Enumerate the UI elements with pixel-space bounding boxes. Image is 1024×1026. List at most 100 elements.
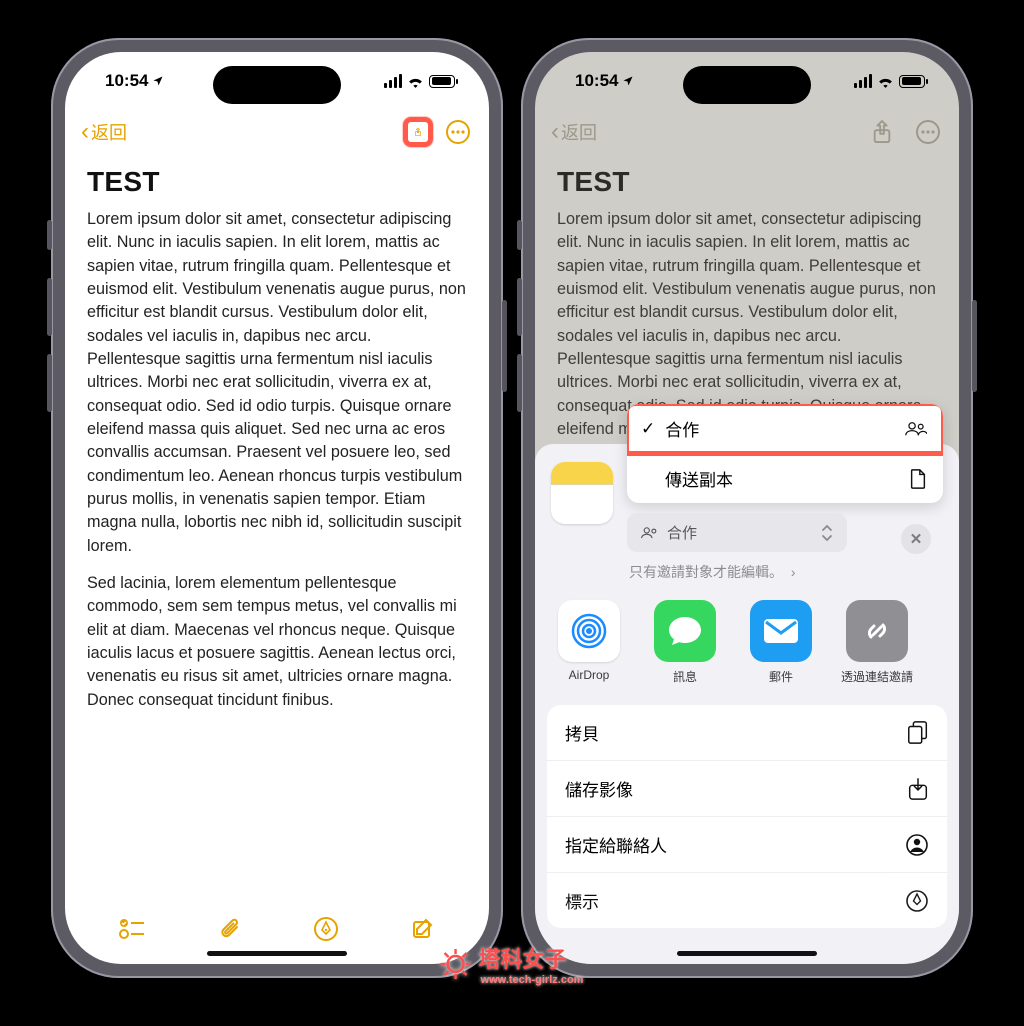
side-button: [47, 220, 52, 250]
dropdown-label: 合作: [667, 522, 697, 543]
nav-actions: [409, 117, 473, 147]
nav-bar: ‹ 返回: [65, 110, 489, 154]
paperclip-icon: [217, 916, 241, 942]
dynamic-island: [213, 66, 341, 104]
screen-left: 10:54 ‹ 返回: [65, 52, 489, 964]
more-button: [913, 117, 943, 147]
bottom-toolbar: [65, 914, 489, 944]
action-save-image[interactable]: 儲存影像: [547, 760, 947, 816]
status-right: [384, 74, 455, 88]
link-icon: [859, 613, 895, 649]
back-label: 返回: [561, 119, 597, 145]
share-sheet: ✓合作 傳送副本: [535, 444, 959, 964]
back-button[interactable]: ‹ 返回: [81, 119, 127, 145]
messages-icon: [666, 614, 704, 648]
checklist-button[interactable]: [117, 914, 147, 944]
chevron-left-icon: ‹: [81, 120, 89, 144]
markup-button[interactable]: [311, 914, 341, 944]
share-button[interactable]: [403, 117, 433, 147]
pen-tip-circle-icon: [905, 889, 929, 913]
save-image-icon: [907, 777, 929, 801]
volume-down: [47, 354, 52, 412]
app-label: 透過連結邀請: [841, 668, 913, 685]
home-indicator[interactable]: [677, 951, 817, 956]
people-icon: [641, 526, 659, 540]
cellular-icon: [854, 74, 872, 88]
volume-up: [47, 278, 52, 336]
volume-down: [517, 354, 522, 412]
more-button[interactable]: [443, 117, 473, 147]
ellipsis-circle-icon: [445, 119, 471, 145]
app-label: 郵件: [745, 668, 817, 685]
volume-up: [517, 278, 522, 336]
power-button: [972, 300, 977, 392]
watermark-brand: 塔科女子: [479, 947, 567, 972]
menu-label: 合作: [665, 416, 699, 441]
note-content[interactable]: TEST Lorem ipsum dolor sit amet, consect…: [65, 154, 489, 726]
checkmark-icon: ✓: [641, 419, 655, 439]
app-label: 訊息: [649, 668, 721, 685]
logo-icon: [441, 949, 471, 979]
share-hint[interactable]: 只有邀請對象才能編輯。 ›: [629, 562, 943, 582]
side-button: [517, 220, 522, 250]
status-right: [854, 74, 925, 88]
close-icon: ✕: [910, 530, 923, 548]
app-mail[interactable]: 郵件: [745, 600, 817, 685]
app-label: AirDrop: [553, 668, 625, 682]
battery-icon: [429, 75, 455, 88]
compose-icon: [411, 917, 435, 941]
app-messages[interactable]: 訊息: [649, 600, 721, 685]
app-invite-link[interactable]: 透過連結邀請: [841, 600, 913, 685]
person-circle-icon: [905, 833, 929, 857]
row-label: 指定給聯絡人: [565, 832, 667, 857]
compose-button[interactable]: [408, 914, 438, 944]
action-assign-contact[interactable]: 指定給聯絡人: [547, 816, 947, 872]
share-mode-menu: ✓ 合作 傳送副本: [627, 404, 943, 503]
note-title: TEST: [87, 166, 467, 198]
close-button[interactable]: ✕: [901, 524, 931, 554]
action-markup[interactable]: 標示: [547, 872, 947, 928]
row-label: 儲存影像: [565, 776, 633, 801]
screen-right: 10:54 ‹ 返回: [535, 52, 959, 964]
time-text: 10:54: [575, 71, 618, 91]
share-icon: [414, 119, 422, 145]
share-button: [867, 117, 897, 147]
back-label: 返回: [91, 119, 127, 145]
watermark-url: www.tech-girlz.com: [481, 974, 584, 986]
pen-tip-icon: [313, 916, 339, 942]
row-label: 拷貝: [565, 720, 599, 745]
stage: 10:54 ‹ 返回: [0, 0, 1024, 1026]
wifi-icon: [877, 75, 894, 88]
app-airdrop[interactable]: AirDrop: [553, 600, 625, 682]
home-indicator[interactable]: [207, 951, 347, 956]
chevron-right-icon: ›: [791, 564, 796, 580]
battery-icon: [899, 75, 925, 88]
checklist-icon: [119, 918, 145, 940]
attachment-button[interactable]: [214, 914, 244, 944]
document-icon: [909, 469, 927, 489]
share-icon: [871, 119, 893, 145]
nav-bar: ‹ 返回: [535, 110, 959, 154]
airdrop-icon: [569, 611, 609, 651]
cellular-icon: [384, 74, 402, 88]
mail-icon: [761, 616, 801, 646]
action-list: 拷貝 儲存影像 指定給聯絡人: [547, 705, 947, 928]
back-button: ‹ 返回: [551, 119, 597, 145]
chevron-left-icon: ‹: [551, 120, 559, 144]
people-icon: [905, 421, 927, 437]
menu-label: 傳送副本: [665, 466, 733, 491]
share-controls: ✓合作 傳送副本: [627, 462, 943, 582]
phone-left: 10:54 ‹ 返回: [51, 38, 503, 978]
share-mode-dropdown[interactable]: 合作: [627, 513, 847, 552]
chevron-up-down-icon: [821, 524, 833, 542]
copy-icon: [907, 721, 929, 745]
watermark: 塔科女子 www.tech-girlz.com: [441, 942, 584, 986]
phone-right: 10:54 ‹ 返回: [521, 38, 973, 978]
menu-send-copy[interactable]: 傳送副本: [627, 453, 943, 503]
menu-collaborate[interactable]: ✓ 合作: [627, 404, 943, 453]
action-copy[interactable]: 拷貝: [547, 705, 947, 760]
note-paragraph: Lorem ipsum dolor sit amet, consectetur …: [87, 208, 467, 558]
location-icon: [152, 75, 164, 87]
status-time: 10:54: [105, 71, 164, 91]
status-time: 10:54: [575, 71, 634, 91]
